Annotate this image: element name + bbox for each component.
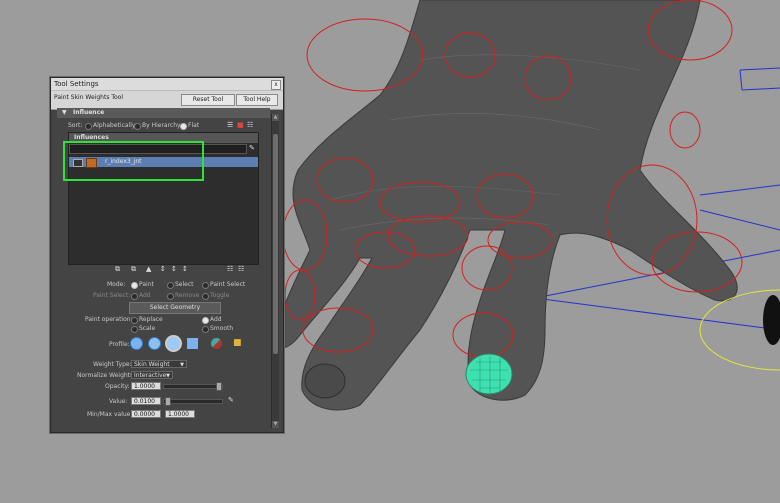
smooth-icon[interactable]: ↕ — [182, 265, 188, 273]
reset-tool-button[interactable]: Reset Tool — [181, 94, 235, 106]
sort-flat-radio[interactable] — [180, 123, 187, 130]
paint-select-add-radio[interactable] — [131, 293, 138, 300]
mode-paint-radio[interactable] — [131, 282, 138, 289]
sort-flat-label: Flat — [188, 122, 200, 129]
paint-select-remove-radio[interactable] — [167, 293, 174, 300]
mirror-icon[interactable]: ↕ — [171, 265, 177, 273]
profile-label: Profile: — [109, 341, 130, 348]
paint-select-toggle-radio[interactable] — [202, 293, 209, 300]
sort-hierarchy-label: By Hierarchy — [142, 122, 181, 129]
list-view-icon[interactable]: ☷ — [247, 121, 253, 129]
influence-color-icon[interactable]: ■ — [237, 121, 244, 129]
tool-settings-panel: Tool Settings x Paint Skin Weights Tool … — [50, 77, 284, 433]
influence-section-label: Influence — [73, 109, 105, 116]
scroll-down-icon[interactable]: ▼ — [272, 421, 279, 428]
fingertip-painted — [465, 353, 513, 395]
panel-scrollbar[interactable]: ▲ ▼ — [271, 114, 279, 428]
normalize-weights-label: Normalize Weights: — [77, 372, 136, 379]
pin-icon[interactable]: ✎ — [249, 144, 255, 152]
op-add-label: Add — [210, 316, 222, 323]
chevron-down-icon: ▼ — [180, 362, 184, 368]
tool-help-button[interactable]: Tool Help — [236, 94, 278, 106]
op-scale-label: Scale — [139, 325, 156, 332]
mode-paint-label: Paint — [139, 281, 154, 288]
close-icon[interactable]: x — [271, 80, 281, 90]
op-replace-label: Replace — [139, 316, 163, 323]
eyedropper-icon[interactable]: ✎ — [228, 396, 234, 404]
paint-select-toggle-label: Toggle — [210, 292, 230, 299]
opacity-label: Opacity: — [105, 383, 130, 390]
paint-select-remove-label: Remove — [175, 292, 200, 299]
weight-type-value: Skin Weight — [134, 361, 170, 368]
op-replace-radio[interactable] — [131, 317, 138, 324]
op-smooth-label: Smooth — [210, 325, 234, 332]
min-value-field[interactable]: 0.0000 — [131, 410, 161, 418]
paint-select-label: Paint Select: — [93, 292, 131, 299]
select-geometry-button[interactable]: Select Geometry — [129, 302, 221, 314]
profile-image-icon[interactable] — [211, 338, 222, 349]
op-add-radio[interactable] — [202, 317, 209, 324]
weight-type-label: Weight Type: — [93, 361, 132, 368]
fingernail — [304, 363, 346, 399]
sort-label: Sort: — [68, 122, 83, 129]
flood-icon[interactable]: ▲ — [146, 265, 151, 273]
opacity-slider[interactable] — [163, 382, 223, 391]
opacity-field[interactable]: 1.0000 — [131, 382, 161, 390]
value-label: Value: — [109, 398, 128, 405]
value-slider[interactable] — [163, 397, 223, 406]
tool-settings-titlebar[interactable]: Tool Settings x — [51, 78, 283, 91]
profile-square-icon[interactable] — [187, 338, 198, 349]
normalize-weights-dropdown[interactable]: Interactive ▼ — [131, 371, 173, 379]
normalize-weights-value: Interactive — [134, 372, 167, 379]
tool-name: Paint Skin Weights Tool — [54, 94, 124, 101]
op-scale-radio[interactable] — [131, 326, 138, 333]
min-max-label: Min/Max value: — [87, 411, 133, 418]
mode-select-label: Select — [175, 281, 194, 288]
sort-hierarchy-radio[interactable] — [134, 123, 141, 130]
mode-paint-select-label: Paint Select — [210, 281, 246, 288]
paint-select-add-label: Add — [139, 292, 151, 299]
sort-alphabetically-label: Alphabetically — [93, 122, 136, 129]
profile-solid-icon[interactable] — [167, 337, 180, 350]
window-title: Tool Settings — [54, 80, 99, 88]
folder-icon[interactable]: ■ — [233, 338, 242, 348]
opacity-slider-handle[interactable] — [216, 382, 222, 391]
list-icon-a[interactable]: ☷ — [227, 265, 233, 273]
scroll-thumb[interactable] — [273, 134, 278, 354]
mode-label: Mode: — [107, 281, 126, 288]
paint-operation-label: Paint operation: — [85, 316, 133, 323]
copy-weights-icon[interactable]: ⧉ — [115, 265, 120, 274]
max-value-field[interactable]: 1.0000 — [165, 410, 195, 418]
influence-highlight-box — [63, 141, 204, 181]
mode-select-radio[interactable] — [167, 282, 174, 289]
mode-paint-select-radio[interactable] — [202, 282, 209, 289]
profile-gaussian-icon[interactable] — [131, 338, 142, 349]
paste-weights-icon[interactable]: ⧉ — [131, 265, 136, 274]
prune-icon[interactable]: ↕ — [160, 265, 166, 273]
scroll-up-icon[interactable]: ▲ — [272, 114, 279, 121]
value-field[interactable]: 0.0100 — [131, 397, 161, 405]
list-icon-b[interactable]: ☷ — [238, 265, 244, 273]
sort-alphabetically-radio[interactable] — [85, 123, 92, 130]
list-options-icon[interactable]: ☰ — [227, 121, 233, 129]
op-smooth-radio[interactable] — [202, 326, 209, 333]
chevron-down-icon: ▼ — [166, 373, 170, 379]
collapse-arrow-icon: ▼ — [62, 109, 67, 116]
profile-soft-icon[interactable] — [149, 338, 160, 349]
weight-type-dropdown[interactable]: Skin Weight ▼ — [131, 360, 187, 368]
value-slider-handle[interactable] — [165, 397, 171, 406]
influence-section-header[interactable]: ▼ Influence — [57, 108, 270, 118]
